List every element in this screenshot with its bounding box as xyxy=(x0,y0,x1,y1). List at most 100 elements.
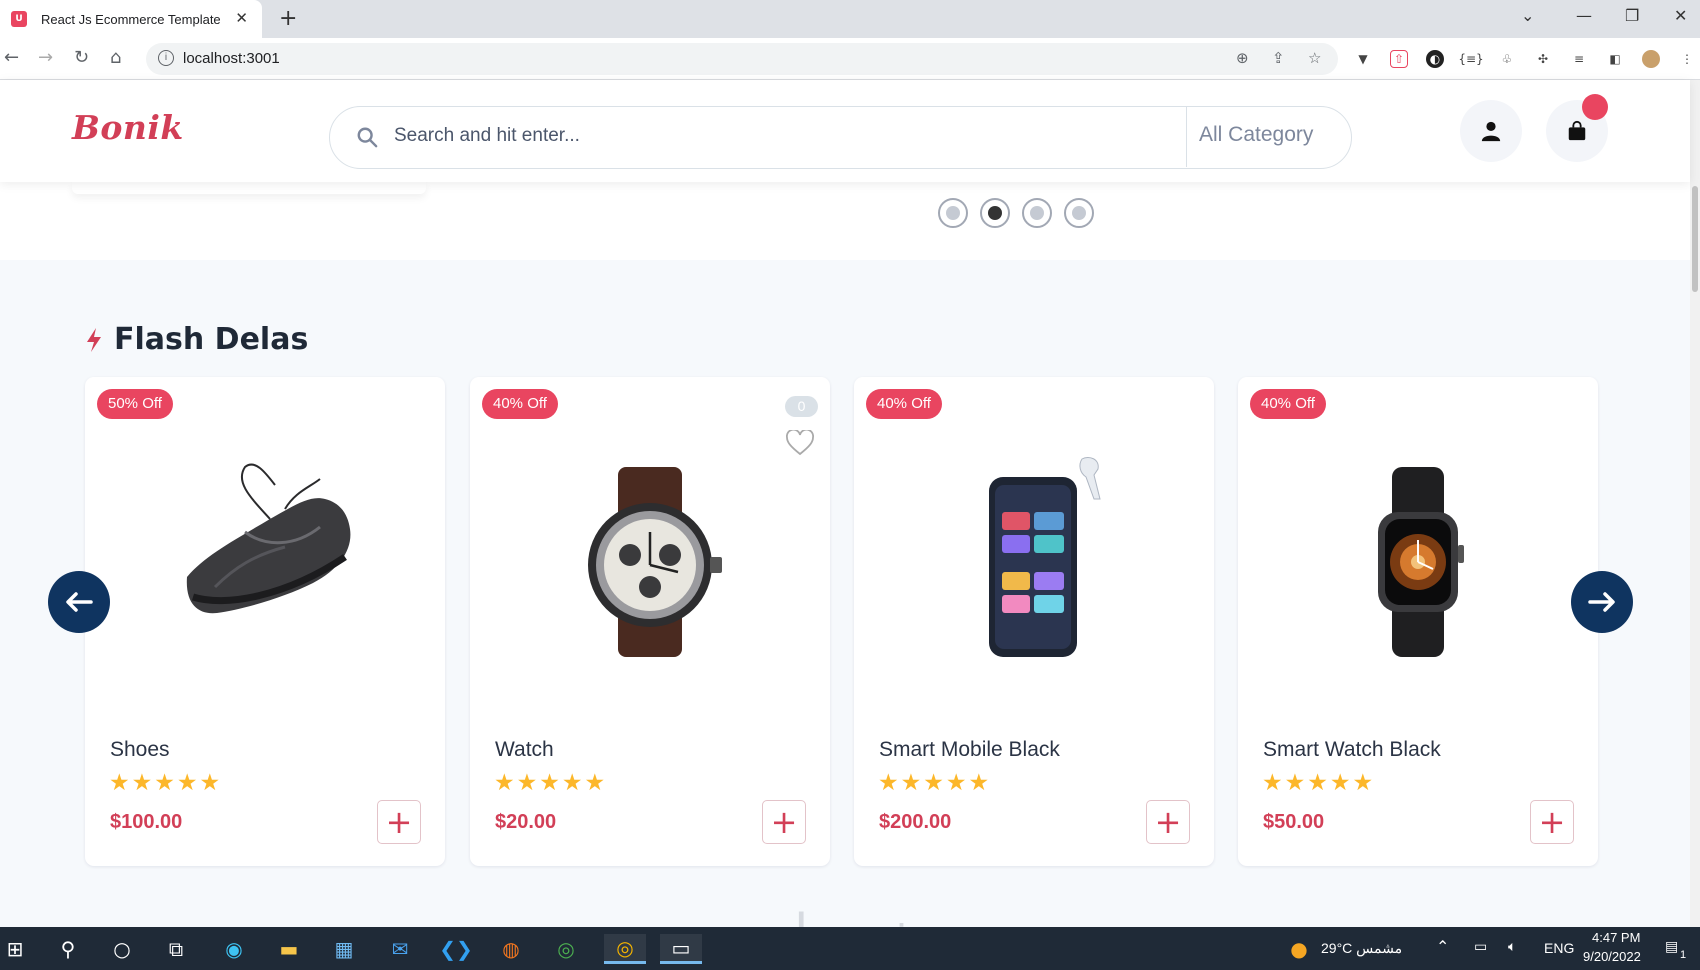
file-explorer-icon[interactable]: ▬ xyxy=(274,934,304,964)
browser-toolbar: ← → ↻ ⌂ i localhost:3001 ⊕ ⇪ ☆ ▼ ⇧ ◐ {≡}… xyxy=(0,38,1700,80)
plus-icon: + xyxy=(1154,803,1182,841)
add-to-cart-button[interactable]: + xyxy=(762,800,806,844)
extensions-puzzle-icon[interactable]: ✣ xyxy=(1534,50,1552,68)
weather-text[interactable]: 29°C مشمس xyxy=(1321,940,1402,957)
site-logo[interactable]: Bonik xyxy=(72,108,184,147)
bookmark-star-icon[interactable]: ☆ xyxy=(1308,49,1321,67)
product-card-smart-mobile[interactable]: 40% Off Smart Mobile Black ★★★★★ $200.00… xyxy=(854,377,1214,866)
vscode-icon[interactable]: ❮❯ xyxy=(439,934,473,964)
user-account-button[interactable] xyxy=(1460,100,1522,162)
media-queue-icon[interactable]: ≡ xyxy=(1570,50,1588,68)
star-rating-icon: ★★★★★ xyxy=(494,770,608,796)
extension-tree-icon[interactable]: ♧ xyxy=(1498,50,1516,68)
tab-search-chevron-icon[interactable]: ⌄ xyxy=(1521,6,1534,25)
product-name[interactable]: Watch xyxy=(495,738,554,762)
close-window-button[interactable]: ✕ xyxy=(1674,6,1687,25)
product-card-smart-watch[interactable]: 40% Off Smart Watch Black ★★★★★ $50.00 + xyxy=(1238,377,1598,866)
notification-center-icon[interactable]: ▤ xyxy=(1665,938,1678,955)
smartwatch-image[interactable] xyxy=(1298,437,1538,677)
windows-taskbar: ⊞ ⚲ ○ ⧉ ◉ ▬ ▦ ✉ ❮❯ ◍ ◎ ◎ ▭ ● 29°C مشمس ⌃… xyxy=(0,927,1700,970)
search-input[interactable] xyxy=(394,125,1154,147)
site-info-icon[interactable]: i xyxy=(158,50,174,66)
discount-badge: 50% Off xyxy=(97,389,173,419)
plus-icon: + xyxy=(770,803,798,841)
side-panel-icon[interactable]: ◧ xyxy=(1606,50,1624,68)
scrollbar-thumb[interactable] xyxy=(1692,186,1698,292)
user-icon xyxy=(1481,121,1501,142)
weather-sun-icon[interactable]: ● xyxy=(1284,934,1314,964)
extension-upload-icon[interactable]: ⇧ xyxy=(1390,50,1408,68)
star-rating-icon: ★★★★★ xyxy=(109,770,223,796)
volume-icon[interactable]: 🔈︎ xyxy=(1508,938,1516,955)
lightning-bolt-icon xyxy=(87,327,101,352)
microsoft-store-icon[interactable]: ▦ xyxy=(329,934,359,964)
restore-button[interactable]: ❐ xyxy=(1625,6,1639,25)
slider-dot-4[interactable] xyxy=(1064,198,1094,228)
category-divider xyxy=(1186,107,1187,167)
cortana-icon[interactable]: ○ xyxy=(107,934,137,964)
home-icon[interactable]: ⌂ xyxy=(110,47,121,68)
add-to-cart-button[interactable]: + xyxy=(377,800,421,844)
address-url[interactable]: localhost:3001 xyxy=(183,50,280,67)
hero-slider-bottom xyxy=(0,182,1690,260)
chrome-active-icon[interactable]: ◎ xyxy=(604,934,646,964)
extension-json-icon[interactable]: {≡} xyxy=(1458,50,1483,68)
reload-icon[interactable]: ↻ xyxy=(74,47,89,68)
category-select[interactable]: All Category xyxy=(1199,123,1313,147)
browser-tab[interactable]: U React Js Ecommerce Template ✕ xyxy=(0,0,262,38)
profile-avatar-icon[interactable] xyxy=(1642,50,1660,68)
product-price: $50.00 xyxy=(1263,811,1325,833)
shoe-image[interactable] xyxy=(145,437,385,677)
mail-icon[interactable]: ✉ xyxy=(385,934,415,964)
shopping-bag-icon xyxy=(1568,120,1586,141)
terminal-icon[interactable]: ▭ xyxy=(660,934,702,964)
product-price: $100.00 xyxy=(110,811,183,833)
zoom-icon[interactable]: ⊕ xyxy=(1236,49,1249,67)
page-scrollbar[interactable] xyxy=(1690,80,1700,927)
heart-icon[interactable] xyxy=(786,430,814,456)
edge-browser-icon[interactable]: ◉ xyxy=(219,934,249,964)
clock-time[interactable]: 4:47 PM xyxy=(1592,930,1640,945)
task-view-icon[interactable]: ⧉ xyxy=(161,934,191,964)
product-name[interactable]: Smart Watch Black xyxy=(1263,738,1441,762)
product-card-watch[interactable]: 40% Off 0 Watch ★★★★★ $20.00 + xyxy=(470,377,830,866)
firefox-icon[interactable]: ◍ xyxy=(496,934,526,964)
minimize-button[interactable]: — xyxy=(1576,6,1592,25)
browser-menu-icon[interactable]: ⋮ xyxy=(1678,50,1696,68)
product-name[interactable]: Shoes xyxy=(110,738,170,762)
chrome-icon[interactable]: ◎ xyxy=(551,934,581,964)
notification-count: 1 xyxy=(1680,949,1687,961)
clock-date[interactable]: 9/20/2022 xyxy=(1583,949,1641,964)
address-bar[interactable]: i localhost:3001 ⊕ ⇪ ☆ xyxy=(146,43,1338,75)
product-card-shoes[interactable]: 50% Off Shoes ★★★★★ $100.00 + xyxy=(85,377,445,866)
cart-count-badge xyxy=(1582,94,1608,120)
watch-image[interactable] xyxy=(530,437,770,677)
language-indicator[interactable]: ENG xyxy=(1544,940,1574,956)
add-to-cart-button[interactable]: + xyxy=(1146,800,1190,844)
product-name[interactable]: Smart Mobile Black xyxy=(879,738,1060,762)
smartphone-image[interactable] xyxy=(914,437,1154,677)
close-tab-icon[interactable]: ✕ xyxy=(235,9,248,27)
hero-card xyxy=(72,182,426,194)
site-header: Bonik All Category xyxy=(0,80,1690,182)
extension-v-icon[interactable]: ▼ xyxy=(1354,50,1372,68)
share-icon[interactable]: ⇪ xyxy=(1272,49,1285,67)
carousel-next-button[interactable] xyxy=(1571,571,1633,633)
new-tab-button[interactable]: + xyxy=(279,6,297,31)
battery-icon[interactable]: ▭ xyxy=(1474,938,1487,955)
product-price: $20.00 xyxy=(495,811,557,833)
slider-dot-2[interactable] xyxy=(980,198,1010,228)
taskbar-search-icon[interactable]: ⚲ xyxy=(53,934,83,964)
star-rating-icon: ★★★★★ xyxy=(878,770,992,796)
forward-arrow-icon[interactable]: → xyxy=(38,47,53,68)
back-arrow-icon[interactable]: ← xyxy=(4,47,19,68)
add-to-cart-button[interactable]: + xyxy=(1530,800,1574,844)
slider-dot-3[interactable] xyxy=(1022,198,1052,228)
tray-chevron-icon[interactable]: ⌃ xyxy=(1436,937,1449,957)
slider-dot-1[interactable] xyxy=(938,198,968,228)
search-bar: All Category xyxy=(329,106,1352,169)
carousel-prev-button[interactable] xyxy=(48,571,110,633)
windows-start-icon[interactable]: ⊞ xyxy=(0,934,30,964)
extension-circle-icon[interactable]: ◐ xyxy=(1426,50,1444,68)
discount-badge: 40% Off xyxy=(1250,389,1326,419)
